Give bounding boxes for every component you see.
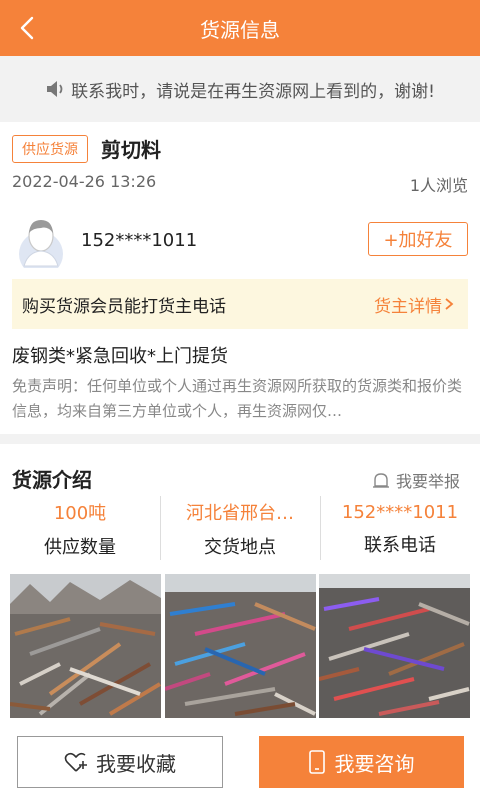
vip-banner[interactable]: 购买货源会员能打货主电话 货主详情 <box>12 279 468 329</box>
page-title: 货源信息 <box>200 17 280 42</box>
supply-tag: 供应货源 <box>12 135 88 163</box>
heart-plus-icon <box>64 752 87 772</box>
stat-location: 河北省邢台… 交货地点 <box>160 494 320 564</box>
stat-value: 152****1011 <box>341 501 459 523</box>
report-icon <box>372 473 389 488</box>
section-title: 货源介绍 <box>12 468 92 492</box>
stat-quantity: 100吨 供应数量 <box>0 494 160 564</box>
top-bar: 货源信息 <box>0 0 480 56</box>
listing-description: 废钢类*紧急回收*上门提货 <box>12 346 228 367</box>
favorite-label: 我要收藏 <box>96 751 176 776</box>
stat-label: 供应数量 <box>44 537 116 558</box>
back-arrow-icon[interactable] <box>14 14 42 42</box>
add-friend-button[interactable]: +加好友 <box>368 222 468 256</box>
goods-intro-section: 货源介绍 我要举报 100吨 供应数量 河北省邢台… 交货地点 152****1… <box>0 444 480 720</box>
consult-label: 我要咨询 <box>334 751 415 776</box>
report-label: 我要举报 <box>395 472 460 491</box>
favorite-button[interactable]: 我要收藏 <box>17 736 223 788</box>
disclaimer-text: 免责声明：任何单位或个人通过再生资源网所获取的货源类和报价类信息，均来自第三方单… <box>12 377 463 420</box>
scrap-photo[interactable] <box>319 574 470 718</box>
goods-name: 剪切料 <box>101 138 161 162</box>
chevron-right-icon <box>445 298 454 310</box>
contact-notice: 联系我时，请说是在再生资源网上看到的，谢谢! <box>0 56 480 122</box>
seller-phone: 152****1011 <box>81 230 198 251</box>
stat-phone[interactable]: 152****1011 联系电话 <box>320 494 480 564</box>
listing-card: 供应货源 剪切料 2022-04-26 13:26 1人浏览 152****10… <box>0 122 480 434</box>
owner-details-link[interactable]: 货主详情 <box>374 292 456 317</box>
speaker-icon <box>47 81 63 97</box>
vip-banner-text: 购买货源会员能打货主电话 <box>22 296 226 317</box>
avatar-icon[interactable] <box>18 216 64 268</box>
scrap-photo[interactable] <box>10 574 161 718</box>
owner-details-label: 货主详情 <box>374 296 442 317</box>
stat-value: 100吨 <box>53 503 107 524</box>
stat-label: 交货地点 <box>204 537 276 558</box>
report-button[interactable]: 我要举报 <box>372 468 460 492</box>
notice-text: 联系我时，请说是在再生资源网上看到的，谢谢! <box>71 81 435 102</box>
scrap-photo[interactable] <box>164 574 316 718</box>
stats-row: 100吨 供应数量 河北省邢台… 交货地点 152****1011 联系电话 <box>0 494 480 564</box>
phone-icon <box>308 750 325 774</box>
publish-date: 2022-04-26 13:26 <box>12 172 157 191</box>
photo-gallery <box>10 574 470 718</box>
stat-label: 联系电话 <box>364 534 436 556</box>
view-count: 1人浏览 <box>409 176 468 195</box>
consult-button[interactable]: 我要咨询 <box>259 736 464 788</box>
stat-value: 河北省邢台… <box>186 503 294 524</box>
bottom-action-bar: 我要收藏 我要咨询 <box>0 720 480 800</box>
